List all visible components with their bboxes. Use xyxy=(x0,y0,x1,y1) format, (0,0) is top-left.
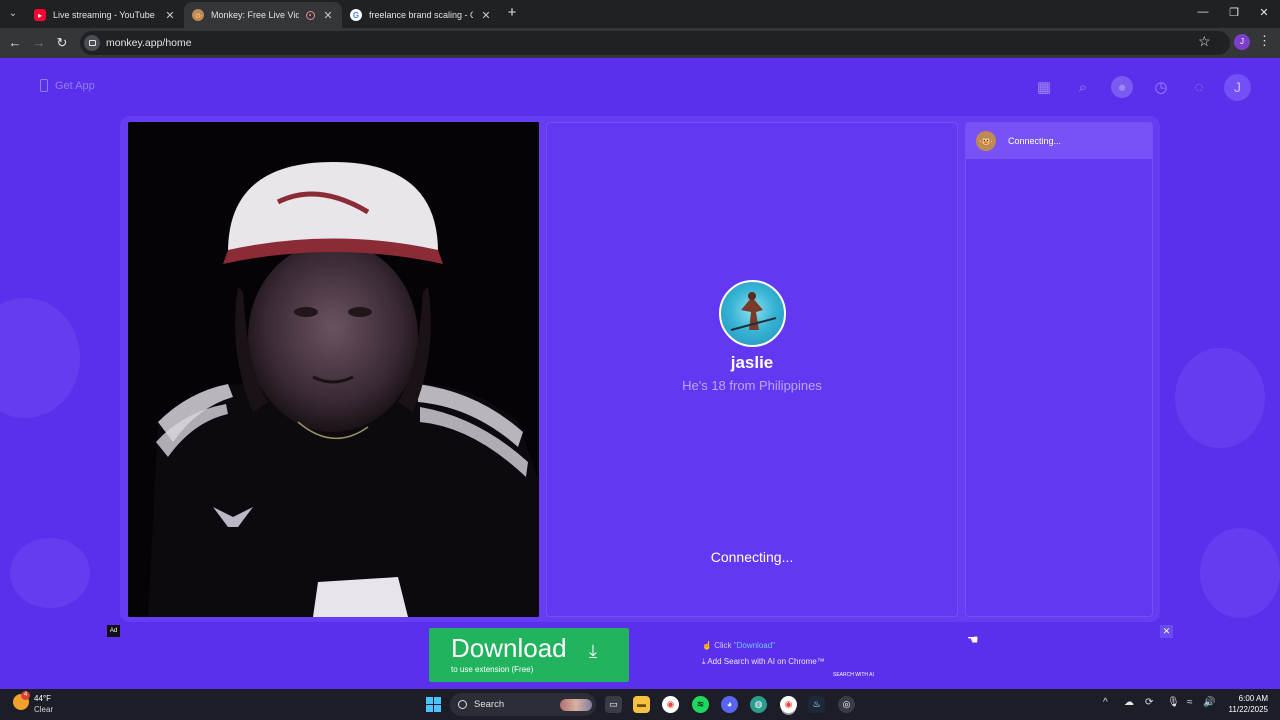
friends-icon[interactable]: ● xyxy=(1111,76,1133,98)
weather-condition: Clear xyxy=(34,705,54,714)
system-clock[interactable]: 6:00 AM 11/22/2025 xyxy=(1222,693,1268,715)
search-placeholder: Search xyxy=(474,699,505,710)
tab-title: Monkey: Free Live Video Chat xyxy=(211,10,299,20)
ad-instruction-link: "Download" xyxy=(733,641,776,650)
chat-panel: 🐵 Connecting... xyxy=(965,122,1153,617)
user-avatar[interactable]: J xyxy=(1224,74,1251,101)
background-decoration xyxy=(10,538,90,608)
forward-button[interactable]: → xyxy=(30,34,48,52)
get-app-label: Get App xyxy=(55,79,95,92)
download-label: Download xyxy=(451,633,567,663)
windows-taskbar: 4 44°F Clear Search ▭ ▬ ◉ ≋ ◕ ◍ ◉ ♨ ◎ ^ … xyxy=(0,689,1280,720)
tray-overflow-icon[interactable]: ^ xyxy=(1103,697,1108,708)
search-icon[interactable]: ⌕ xyxy=(1072,76,1094,98)
match-photo xyxy=(730,292,777,331)
download-ad-button[interactable]: Download to use extension (Free) ⤓ xyxy=(429,628,629,682)
background-decoration xyxy=(0,298,80,418)
discord-icon[interactable]: ◕ xyxy=(721,696,738,713)
download-arrow-icon: ⤓ xyxy=(589,641,597,661)
site-info-icon[interactable] xyxy=(84,35,100,51)
recording-icon xyxy=(306,10,315,20)
monkey-favicon-icon: 🐵 xyxy=(192,9,204,21)
bookmark-star-icon[interactable]: ☆ xyxy=(1198,33,1211,50)
onedrive-icon[interactable]: ☁ xyxy=(1124,697,1134,708)
ad-instruction-text: Add Search with AI on Chrome™ xyxy=(707,657,825,666)
phone-icon xyxy=(40,79,48,92)
chat-status: Connecting... xyxy=(1008,136,1062,146)
chat-header: 🐵 Connecting... xyxy=(966,123,1152,159)
tab-title: Live streaming - YouTube Studio xyxy=(53,10,157,20)
weather-badge: 4 xyxy=(21,691,30,700)
download-small-icon: ⤓ xyxy=(702,657,706,666)
tab-google-search[interactable]: G freelance brand scaling - Google Searc… xyxy=(342,2,500,28)
close-window-button[interactable]: ✕ xyxy=(1254,6,1274,19)
pointer-icon: ☝ xyxy=(702,641,712,650)
task-view-icon[interactable]: ▭ xyxy=(605,696,622,713)
monkey-page: Get App ▦ ⌕ ● ◷ ◌ J jaslie He's 18 from … xyxy=(0,58,1280,689)
chrome-icon[interactable]: ◉ xyxy=(662,696,679,713)
search-icon xyxy=(458,700,467,709)
new-tab-button[interactable]: + xyxy=(504,5,520,21)
restore-button[interactable]: ❐ xyxy=(1224,6,1244,19)
volume-icon[interactable]: 🔊 xyxy=(1203,697,1215,708)
reload-button[interactable]: ↻ xyxy=(53,34,71,52)
sync-icon[interactable]: ⟳ xyxy=(1145,697,1153,708)
tab-monkey[interactable]: 🐵 Monkey: Free Live Video Chat ✕ xyxy=(184,2,342,28)
youtube-icon: ▸ xyxy=(34,9,46,21)
browser-toolbar: ← → ↻ monkey.app/home ☆ J ⋮ xyxy=(0,28,1280,58)
camera-feed-image xyxy=(128,122,539,617)
file-explorer-icon[interactable]: ▬ xyxy=(633,696,650,713)
start-button[interactable] xyxy=(426,697,441,712)
tab-close-icon[interactable]: ✕ xyxy=(480,9,492,22)
clock-time: 6:00 AM xyxy=(1238,694,1268,703)
ad-instruction-1: ☝ Click "Download" xyxy=(702,641,775,650)
ad-instruction-2: ⤓ Add Search with AI on Chrome™ xyxy=(702,657,825,667)
download-sublabel: to use extension (Free) xyxy=(451,665,534,674)
microphone-icon[interactable]: 🎙 xyxy=(1167,697,1180,708)
ad-logo-text: SEARCH WITH AI xyxy=(833,672,874,678)
match-name: jaslie xyxy=(730,353,774,372)
background-decoration xyxy=(1200,528,1280,618)
monkey-icon: 🐵 xyxy=(976,131,996,151)
tab-youtube-studio[interactable]: ▸ Live streaming - YouTube Studio ✕ xyxy=(26,2,184,28)
self-camera-video xyxy=(128,122,539,617)
chrome-active-icon[interactable]: ◉ xyxy=(780,696,797,713)
profile-avatar[interactable]: J xyxy=(1234,34,1250,50)
messages-icon[interactable]: ◌ xyxy=(1188,76,1210,98)
history-icon[interactable]: ◷ xyxy=(1150,76,1172,98)
match-info: He's 18 from Philippines xyxy=(682,378,822,393)
get-app-button[interactable]: Get App xyxy=(40,79,95,92)
ad-close-button[interactable]: ✕ xyxy=(1160,625,1173,638)
url-text: monkey.app/home xyxy=(106,37,192,49)
minimize-button[interactable]: — xyxy=(1193,6,1213,18)
ad-instruction-prefix: Click xyxy=(714,641,734,650)
browser-menu-icon[interactable]: ⋮ xyxy=(1258,33,1271,49)
connecting-status: Connecting... xyxy=(710,549,794,565)
tab-close-icon[interactable]: ✕ xyxy=(322,9,334,22)
obs-icon[interactable]: ◎ xyxy=(838,696,855,713)
search-highlight-image xyxy=(560,698,592,711)
browser-app-icon[interactable]: ◍ xyxy=(750,696,767,713)
tab-strip: ⌄ ▸ Live streaming - YouTube Studio ✕ 🐵 … xyxy=(0,0,1280,28)
match-avatar xyxy=(719,280,786,347)
hand-cursor-icon: ☚ xyxy=(967,632,979,647)
clock-date: 11/22/2025 xyxy=(1228,705,1268,714)
tab-title: freelance brand scaling - Google Search xyxy=(369,10,473,20)
ad-badge: Ad xyxy=(107,625,120,637)
back-button[interactable]: ← xyxy=(6,34,24,52)
temperature: 44°F xyxy=(34,694,51,703)
spotify-icon[interactable]: ≋ xyxy=(692,696,709,713)
tab-search-icon[interactable]: ⌄ xyxy=(4,5,22,23)
google-icon: G xyxy=(350,9,362,21)
wifi-icon[interactable]: ≈ xyxy=(1187,697,1193,708)
address-bar[interactable]: monkey.app/home xyxy=(80,31,1230,55)
tab-close-icon[interactable]: ✕ xyxy=(164,9,176,22)
gems-icon[interactable]: ▦ xyxy=(1033,76,1055,98)
search-with-ai-logo: SEARCH WITH AI xyxy=(833,673,874,678)
taskbar-search[interactable]: Search xyxy=(450,693,596,716)
background-decoration xyxy=(1175,348,1265,448)
match-panel: jaslie He's 18 from Philippines Connecti… xyxy=(546,122,958,617)
steam-icon[interactable]: ♨ xyxy=(808,696,825,713)
